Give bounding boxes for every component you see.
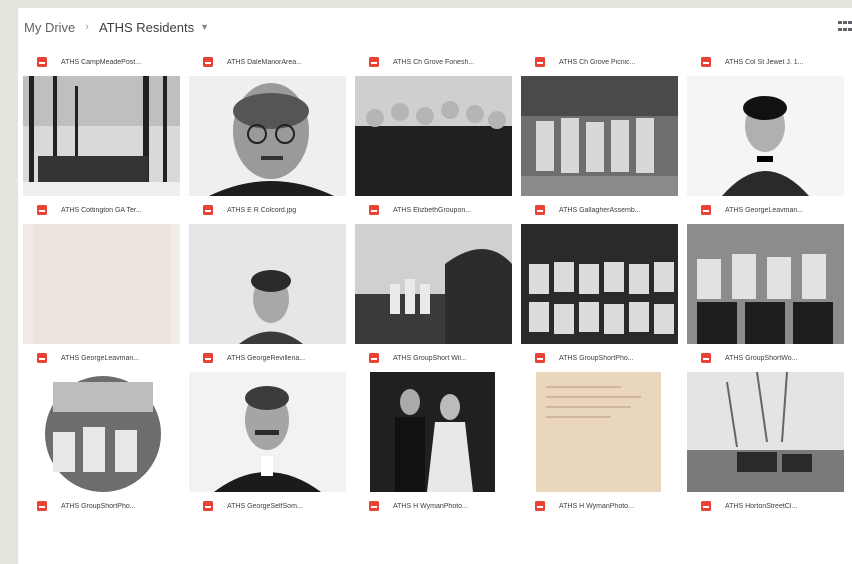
breadcrumb: My Drive › ATHS Residents ▼ [18,8,852,46]
thumbnail-image [521,224,678,344]
file-thumbnail[interactable] [687,372,844,492]
file-thumbnail[interactable] [687,224,844,344]
pdf-icon [203,501,213,511]
file-item[interactable]: ATHS GroupShortPho... [23,492,180,520]
breadcrumb-separator-icon: › [85,21,89,33]
file-name: ATHS GallagherAssemb... [559,206,641,214]
pdf-icon [535,205,545,215]
file-item[interactable]: ATHS HortonStreetCl... [687,492,844,520]
file-name: ATHS Col St Jewet J. 1... [725,58,804,66]
chevron-down-icon: ▼ [200,22,210,32]
file-item[interactable]: ATHS H WymanPhoto... [521,492,678,520]
thumbnail-image [355,372,512,492]
thumbnail-image [189,224,346,344]
thumbnail-image [189,76,346,196]
thumbnail-image [521,76,678,196]
grid-view-icon[interactable] [838,21,852,33]
file-thumbnail[interactable] [189,372,346,492]
thumbnail-image [355,224,512,344]
pdf-icon [203,205,213,215]
pdf-icon [369,205,379,215]
pdf-icon [701,501,711,511]
pdf-icon [37,501,47,511]
pdf-icon [37,57,47,67]
file-item[interactable]: ATHS Ch Grove Picnic... [521,48,678,76]
breadcrumb-current-folder[interactable]: ATHS Residents ▼ [99,20,209,35]
file-name: ATHS GroupShort Wil... [393,354,467,362]
file-thumbnail[interactable] [355,372,512,492]
file-name: ATHS ElizbethGroupon... [393,206,472,214]
file-item[interactable]: ATHS GroupShortPho... [521,344,678,372]
breadcrumb-my-drive[interactable]: My Drive [24,20,75,35]
file-item[interactable]: ATHS H WymanPhoto... [355,492,512,520]
pdf-icon [701,57,711,67]
file-item[interactable]: ATHS GeorgeSelfSom... [189,492,346,520]
file-item[interactable]: ATHS GroupShort Wil... [355,344,512,372]
thumbnail-image [355,76,512,196]
file-item[interactable]: ATHS GroupShortWo... [687,344,844,372]
file-item[interactable]: ATHS Col St Jewet J. 1... [687,48,844,76]
file-item[interactable]: ATHS GeorgeLeavman... [687,196,844,224]
file-thumbnail[interactable] [189,76,346,196]
pdf-icon [369,353,379,363]
file-thumbnail[interactable] [687,76,844,196]
thumbnail-image [687,76,844,196]
pdf-icon [535,501,545,511]
file-name: ATHS Cottington GA Ter... [61,206,142,214]
file-thumbnail[interactable] [355,76,512,196]
file-item[interactable]: ATHS GallagherAssemb... [521,196,678,224]
file-thumbnail[interactable] [23,372,180,492]
thumbnail-image [687,372,844,492]
file-thumbnail[interactable] [189,224,346,344]
file-name: ATHS GroupShortPho... [559,354,634,362]
file-name: ATHS Ch Grove Fonesh... [393,58,475,66]
file-thumbnail[interactable] [521,224,678,344]
thumbnail-image [23,76,180,196]
file-name: ATHS CampMeadePost... [61,58,142,66]
pdf-icon [37,205,47,215]
file-name: ATHS GeorgeRevillena... [227,354,306,362]
file-thumbnail[interactable] [521,372,678,492]
file-name: ATHS E R Colcord.jpg [227,206,297,214]
pdf-icon [701,353,711,363]
pdf-icon [369,501,379,511]
file-thumbnail[interactable] [521,76,678,196]
pdf-icon [535,353,545,363]
file-item[interactable]: ATHS GeorgeLeavman... [23,344,180,372]
file-name: ATHS H WymanPhoto... [559,502,634,510]
file-name: ATHS GroupShortWo... [725,354,798,362]
file-name: ATHS HortonStreetCl... [725,502,798,510]
thumbnail-image [23,224,180,344]
file-item[interactable]: ATHS Ch Grove Fonesh... [355,48,512,76]
pdf-icon [701,205,711,215]
thumbnail-image [189,372,346,492]
file-grid: ATHS CampMeadePost... ATHS DaleManorArea… [23,48,844,520]
file-thumbnail[interactable] [355,224,512,344]
drive-panel: My Drive › ATHS Residents ▼ ATHS CampMea… [18,8,852,564]
file-item[interactable]: ATHS Cottington GA Ter... [23,196,180,224]
file-name: ATHS GeorgeSelfSom... [227,502,303,510]
file-name: ATHS DaleManorArea... [227,58,302,66]
pdf-icon [203,353,213,363]
file-name: ATHS GeorgeLeavman... [725,206,804,214]
file-item[interactable]: ATHS CampMeadePost... [23,48,180,76]
file-name: ATHS H WymanPhoto... [393,502,468,510]
file-item[interactable]: ATHS E R Colcord.jpg [189,196,346,224]
pdf-icon [37,353,47,363]
thumbnail-image [687,224,844,344]
file-name: ATHS Ch Grove Picnic... [559,58,636,66]
file-item[interactable]: ATHS ElizbethGroupon... [355,196,512,224]
current-folder-label: ATHS Residents [98,19,195,35]
pdf-icon [535,57,545,67]
file-item[interactable]: ATHS GeorgeRevillena... [189,344,346,372]
pdf-icon [203,57,213,67]
file-thumbnail[interactable] [23,76,180,196]
file-item[interactable]: ATHS DaleManorArea... [189,48,346,76]
file-thumbnail[interactable] [23,224,180,344]
file-name: ATHS GroupShortPho... [61,502,136,510]
thumbnail-image [23,372,180,492]
thumbnail-image [521,372,678,492]
file-name: ATHS GeorgeLeavman... [61,354,140,362]
pdf-icon [369,57,379,67]
